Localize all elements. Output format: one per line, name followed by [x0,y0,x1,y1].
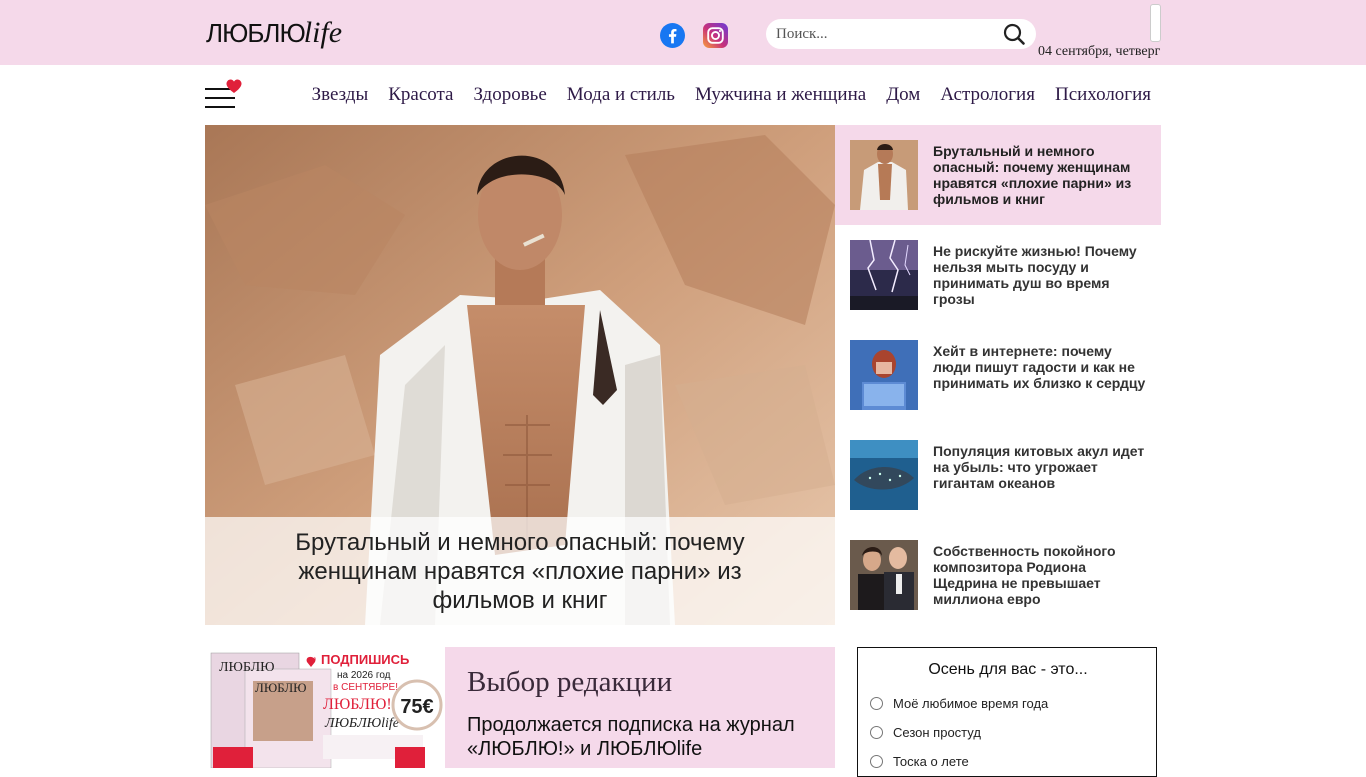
side-news-item[interactable]: Брутальный и немного опасный: почему жен… [835,125,1161,225]
man-photo-thumb [850,140,918,210]
side-news-title: Собственность покойного композитора Роди… [933,543,1116,607]
poll-title: Осень для вас - это... [928,661,1088,678]
nav-item-home[interactable]: Дом [886,84,920,106]
section-heading: Выбор редакции [467,666,673,698]
side-news-item[interactable]: Не рискуйте жизнью! Почему нельзя мыть п… [835,225,1161,325]
side-news-item[interactable]: Собственность покойного композитора Роди… [835,525,1161,625]
main-nav: Звезды Красота Здоровье Мода и стиль Муж… [292,84,1151,106]
poll-option-label: Сезон простуд [893,725,981,740]
radio-button[interactable] [870,755,883,768]
promo-title[interactable]: Продолжается подписка на журнал «ЛЮБЛЮ!»… [467,713,827,761]
nav-item-stars[interactable]: Звезды [312,84,369,106]
side-news-title: Брутальный и немного опасный: почему жен… [933,143,1132,207]
menu-line-3 [205,106,235,108]
poll-option-label: Тоска о лете [893,754,969,769]
menu-button[interactable] [205,79,243,110]
subscription-banner[interactable]: ЛЮБЛЮ ЛЮБЛЮ ПОДПИШИСЬ на 2026 год в СЕНТ… [205,647,445,768]
heart-icon [226,79,242,93]
editors-choice[interactable]: ЛЮБЛЮ ЛЮБЛЮ ПОДПИШИСЬ на 2026 год в СЕНТ… [205,647,835,768]
hero-title[interactable]: Брутальный и немного опасный: почему жен… [265,528,775,615]
search-icon[interactable] [1002,22,1026,46]
side-news-item[interactable]: Хейт в интернете: почему люди пишут гадо… [835,325,1161,425]
nav-item-fashion[interactable]: Мода и стиль [567,84,675,106]
svg-text:ЛЮБЛЮlife: ЛЮБЛЮlife [324,716,399,731]
nav-item-astrology[interactable]: Астрология [940,84,1035,106]
hero-caption: Брутальный и немного опасный: почему жен… [205,517,835,625]
radio-button[interactable] [870,697,883,710]
side-news-title: Не рискуйте жизнью! Почему нельзя мыть п… [933,243,1137,307]
menu-line-2 [205,97,235,99]
laptop-woman-photo-thumb [850,340,918,410]
nav-item-psychology[interactable]: Психология [1055,84,1151,106]
banner-text-1: ПОДПИШИСЬ [321,652,409,667]
poll-widget: Осень для вас - это... Моё любимое время… [857,647,1157,777]
search-input[interactable] [776,23,996,45]
hero-article[interactable]: Брутальный и немного опасный: почему жен… [205,125,835,625]
lightning-photo-thumb [850,240,918,310]
poll-option-label: Моё любимое время года [893,696,1049,711]
instagram-icon[interactable] [703,23,728,48]
side-news-title: Популяция китовых акул идет на убыль: чт… [933,443,1145,491]
site-logo[interactable]: ЛЮБЛЮ life [206,16,342,52]
radio-button[interactable] [870,726,883,739]
banner-text-3: в СЕНТЯБРЕ! [333,682,398,693]
top-header: ЛЮБЛЮ life 04 сентября, четверг [0,0,1366,65]
side-news-list: Брутальный и немного опасный: почему жен… [835,125,1161,625]
scroll-widget[interactable] [1150,4,1161,42]
facebook-icon[interactable] [660,23,685,48]
nav-item-beauty[interactable]: Красота [388,84,453,106]
svg-text:ЛЮБЛЮ: ЛЮБЛЮ [255,680,307,695]
poll-option[interactable]: Моё любимое время года [870,696,1048,711]
logo-main-text: ЛЮБЛЮ [206,18,306,48]
nav-item-health[interactable]: Здоровье [473,84,546,106]
search-box [766,19,1036,49]
poll-option[interactable]: Тоска о лете [870,754,969,769]
nav-item-relationships[interactable]: Мужчина и женщина [695,84,866,106]
svg-text:ЛЮБЛЮ!: ЛЮБЛЮ! [323,696,392,713]
whale-shark-photo-thumb [850,440,918,510]
side-news-title: Хейт в интернете: почему люди пишут гадо… [933,343,1146,391]
svg-text:ЛЮБЛЮ: ЛЮБЛЮ [219,660,274,675]
banner-text-2: на 2026 год [337,670,391,681]
poll-option[interactable]: Сезон простуд [870,725,981,740]
side-news-item[interactable]: Популяция китовых акул идет на убыль: чт… [835,425,1161,525]
logo-suffix-text: life [303,16,343,49]
couple-photo-thumb [850,540,918,610]
current-date: 04 сентября, четверг [1038,44,1161,59]
banner-price: 75€ [400,696,433,718]
